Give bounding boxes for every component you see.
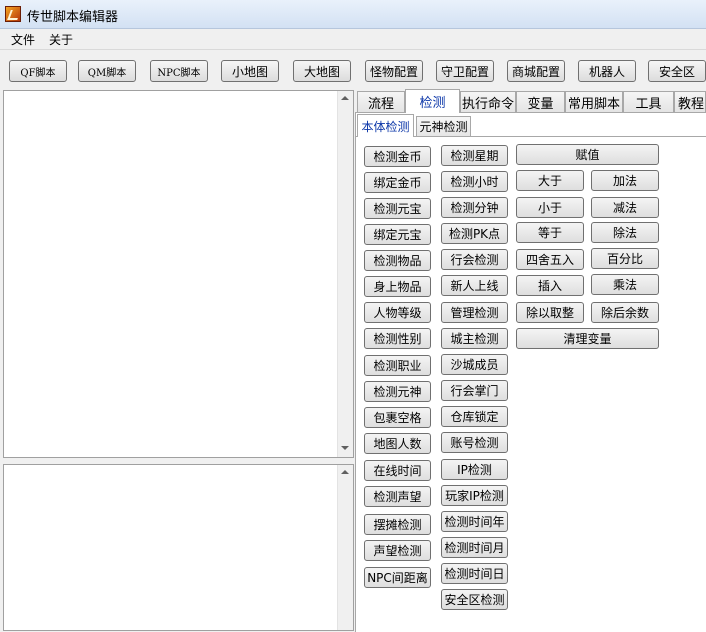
tab-variable[interactable]: 变量: [516, 91, 565, 112]
safezone-check-button[interactable]: 安全区检测: [441, 589, 508, 610]
check-weekday-button[interactable]: 检测星期: [441, 145, 508, 166]
main-tabs: 流程 检测 执行命令 变量 常用脚本 工具 教程: [356, 89, 706, 113]
check-yuanshen-button[interactable]: 检测元神: [364, 381, 431, 402]
guard-config-button[interactable]: 守卫配置: [436, 60, 494, 82]
map-players-button[interactable]: 地图人数: [364, 433, 431, 454]
bigmap-button[interactable]: 大地图: [293, 60, 351, 82]
app-icon: [5, 6, 21, 22]
script-editor-bottom[interactable]: [3, 464, 354, 631]
check-hour-button[interactable]: 检测小时: [441, 171, 508, 192]
bound-yuanbao-button[interactable]: 绑定元宝: [364, 224, 431, 245]
scroll-up-icon[interactable]: [341, 470, 349, 474]
tab-exec-command[interactable]: 执行命令: [460, 91, 516, 112]
npc-script-button[interactable]: NPC脚本: [150, 60, 208, 82]
vertical-scrollbar[interactable]: [337, 465, 353, 630]
tab-check[interactable]: 检测: [405, 89, 460, 113]
subtab-self-check[interactable]: 本体检测: [357, 114, 414, 137]
guild-check-button[interactable]: 行会检测: [441, 249, 508, 270]
admin-check-button[interactable]: 管理检测: [441, 302, 508, 323]
menu-about[interactable]: 关于: [47, 31, 75, 48]
tab-tutorial[interactable]: 教程: [674, 91, 706, 112]
check-day-button[interactable]: 检测时间日: [441, 563, 508, 584]
subtract-button[interactable]: 减法: [591, 197, 659, 218]
check-yuanbao-button[interactable]: 检测元宝: [364, 198, 431, 219]
tab-common-scripts[interactable]: 常用脚本: [565, 91, 623, 112]
window-title: 传世脚本编辑器: [27, 10, 119, 25]
check-job-button[interactable]: 检测职业: [364, 355, 431, 376]
online-time-button[interactable]: 在线时间: [364, 460, 431, 481]
sabuk-member-button[interactable]: 沙城成员: [441, 354, 508, 375]
minimap-button[interactable]: 小地图: [221, 60, 279, 82]
account-check-button[interactable]: 账号检测: [441, 432, 508, 453]
menu-file[interactable]: 文件: [9, 31, 37, 48]
monster-config-button[interactable]: 怪物配置: [365, 60, 423, 82]
bound-gold-button[interactable]: 绑定金币: [364, 172, 431, 193]
tab-flow[interactable]: 流程: [357, 91, 405, 112]
reputation-check-button[interactable]: 声望检测: [364, 540, 431, 561]
greater-than-button[interactable]: 大于: [516, 170, 584, 191]
check-gender-button[interactable]: 检测性别: [364, 328, 431, 349]
check-gold-button[interactable]: 检测金币: [364, 146, 431, 167]
check-reputation-button[interactable]: 检测声望: [364, 486, 431, 507]
percent-button[interactable]: 百分比: [591, 248, 659, 269]
script-editor-top[interactable]: [3, 90, 354, 458]
equal-button[interactable]: 等于: [516, 222, 584, 243]
player-level-button[interactable]: 人物等级: [364, 302, 431, 323]
tab-tools[interactable]: 工具: [623, 91, 674, 112]
check-item-button[interactable]: 检测物品: [364, 250, 431, 271]
scroll-up-icon[interactable]: [341, 96, 349, 100]
remainder-button[interactable]: 除后余数: [591, 302, 659, 323]
divide-button[interactable]: 除法: [591, 222, 659, 243]
insert-button[interactable]: 插入: [516, 275, 584, 296]
scroll-down-icon[interactable]: [341, 446, 349, 450]
bag-space-button[interactable]: 包裹空格: [364, 407, 431, 428]
newbie-online-button[interactable]: 新人上线: [441, 275, 508, 296]
safezone-button[interactable]: 安全区: [648, 60, 706, 82]
body-item-button[interactable]: 身上物品: [364, 276, 431, 297]
qf-script-button[interactable]: QF脚本: [9, 60, 67, 82]
add-button[interactable]: 加法: [591, 170, 659, 191]
check-month-button[interactable]: 检测时间月: [441, 537, 508, 558]
shop-config-button[interactable]: 商城配置: [507, 60, 565, 82]
check-year-button[interactable]: 检测时间年: [441, 511, 508, 532]
check-minute-button[interactable]: 检测分钟: [441, 197, 508, 218]
round-button[interactable]: 四舍五入: [516, 249, 584, 270]
subtab-yuanshen-check[interactable]: 元神检测: [416, 116, 471, 136]
assign-button[interactable]: 赋值: [516, 144, 659, 165]
qm-script-button[interactable]: QM脚本: [78, 60, 136, 82]
multiply-button[interactable]: 乘法: [591, 274, 659, 295]
divide-floor-button[interactable]: 除以取整: [516, 302, 584, 323]
robot-button[interactable]: 机器人: [578, 60, 636, 82]
warehouse-lock-button[interactable]: 仓库锁定: [441, 406, 508, 427]
npc-distance-button[interactable]: NPC间距离: [364, 567, 431, 588]
vertical-scrollbar[interactable]: [337, 91, 353, 457]
player-ip-check-button[interactable]: 玩家IP检测: [441, 485, 508, 506]
guild-master-button[interactable]: 行会掌门: [441, 380, 508, 401]
title-bar: 传世脚本编辑器: [0, 0, 706, 29]
check-pk-button[interactable]: 检测PK点: [441, 223, 508, 244]
less-than-button[interactable]: 小于: [516, 197, 584, 218]
menu-bar: 文件 关于: [0, 29, 706, 50]
castle-lord-check-button[interactable]: 城主检测: [441, 328, 508, 349]
clear-variables-button[interactable]: 清理变量: [516, 328, 659, 349]
ip-check-button[interactable]: IP检测: [441, 459, 508, 480]
stall-check-button[interactable]: 摆摊检测: [364, 514, 431, 535]
